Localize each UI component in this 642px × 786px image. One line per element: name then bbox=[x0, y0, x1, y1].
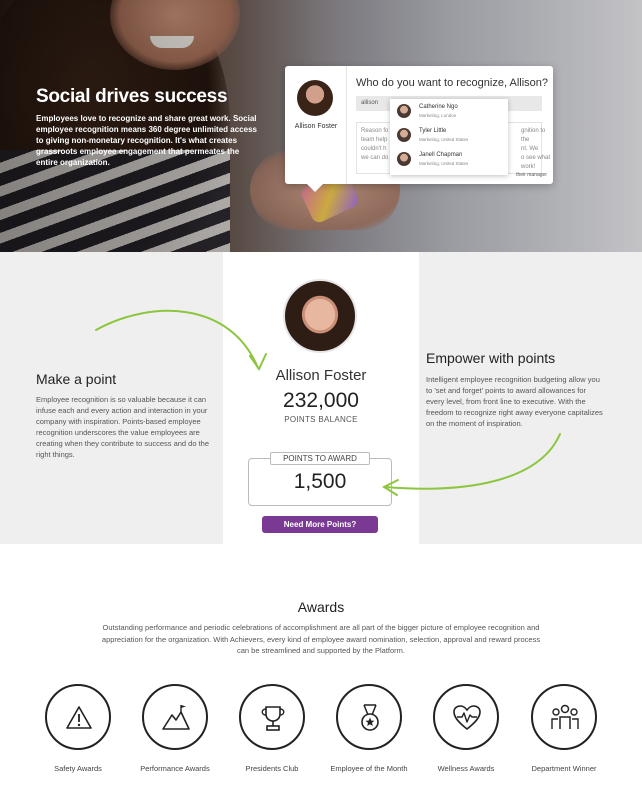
card-user-name: Allison Foster bbox=[294, 123, 338, 130]
manager-text: their manager bbox=[516, 172, 547, 178]
award-badge-presidents[interactable] bbox=[239, 684, 305, 750]
award-badge-performance[interactable] bbox=[142, 684, 208, 750]
card-profile: Allison Foster bbox=[285, 66, 347, 184]
award-label: Performance Awards bbox=[140, 764, 210, 773]
make-point-text: Employee recognition is so valuable beca… bbox=[36, 395, 210, 459]
award-label: Wellness Awards bbox=[437, 764, 495, 773]
suggestion-location: Marketing, United States bbox=[419, 137, 469, 142]
points-award-label: POINTS TO AWARD bbox=[270, 452, 370, 465]
mountain-flag-icon bbox=[162, 705, 190, 730]
award-badge-employee-month[interactable] bbox=[336, 684, 402, 750]
award-badge-wellness[interactable] bbox=[433, 684, 499, 750]
suggestion-name: Catherine Ngo bbox=[419, 104, 458, 110]
trophy-icon bbox=[261, 706, 285, 731]
points-balance-label: POINTS BALANCE bbox=[284, 415, 358, 424]
suggestion-name: Tyler Little bbox=[419, 128, 447, 134]
need-more-points-button[interactable]: Need More Points? bbox=[262, 516, 378, 533]
recognize-question: Who do you want to recognize, Allison? bbox=[356, 77, 549, 89]
suggestion-item[interactable]: Janell Chapman Marketing, United States bbox=[390, 147, 508, 171]
warning-icon bbox=[66, 706, 92, 729]
awards-title: Awards bbox=[297, 599, 345, 615]
empower-title: Empower with points bbox=[426, 350, 556, 366]
suggestion-name: Janell Chapman bbox=[419, 152, 463, 158]
suggestion-location: Marketing, United States bbox=[419, 161, 469, 166]
award-label: Presidents Club bbox=[245, 764, 299, 773]
profile-name: Allison Foster bbox=[275, 367, 367, 384]
team-icon bbox=[551, 704, 579, 729]
points-award-value: 1,500 bbox=[293, 470, 347, 493]
award-label: Department Winner bbox=[531, 764, 597, 773]
medal-icon bbox=[361, 704, 379, 731]
profile-avatar bbox=[283, 279, 357, 353]
avatar bbox=[397, 128, 411, 142]
award-label: Safety Awards bbox=[54, 764, 102, 773]
award-label: Employee of the Month bbox=[330, 764, 408, 773]
hero-title: Social drives success bbox=[36, 86, 228, 107]
heartbeat-icon bbox=[453, 705, 481, 731]
avatar bbox=[397, 152, 411, 166]
awards-text: Outstanding performance and periodic cel… bbox=[101, 623, 541, 655]
suggestion-item[interactable]: Catherine Ngo Marketing, London bbox=[390, 99, 508, 123]
empower-text: Intelligent employee recognition budgeti… bbox=[426, 375, 603, 428]
make-point-title: Make a point bbox=[36, 371, 117, 387]
suggestion-location: Marketing, London bbox=[419, 113, 457, 118]
award-badge-department[interactable] bbox=[531, 684, 597, 750]
suggestion-dropdown: Catherine Ngo Marketing, London Tyler Li… bbox=[390, 99, 508, 175]
award-badge-safety[interactable] bbox=[45, 684, 111, 750]
reason-text-right: gnition to the nt. We o see what work! bbox=[521, 128, 551, 170]
avatar bbox=[397, 104, 411, 118]
hero-text: Employees love to recognize and share gr… bbox=[36, 114, 257, 167]
suggestion-item[interactable]: Tyler Little Marketing, United States bbox=[390, 123, 508, 147]
avatar bbox=[297, 80, 333, 116]
points-balance-value: 232,000 bbox=[283, 389, 359, 412]
